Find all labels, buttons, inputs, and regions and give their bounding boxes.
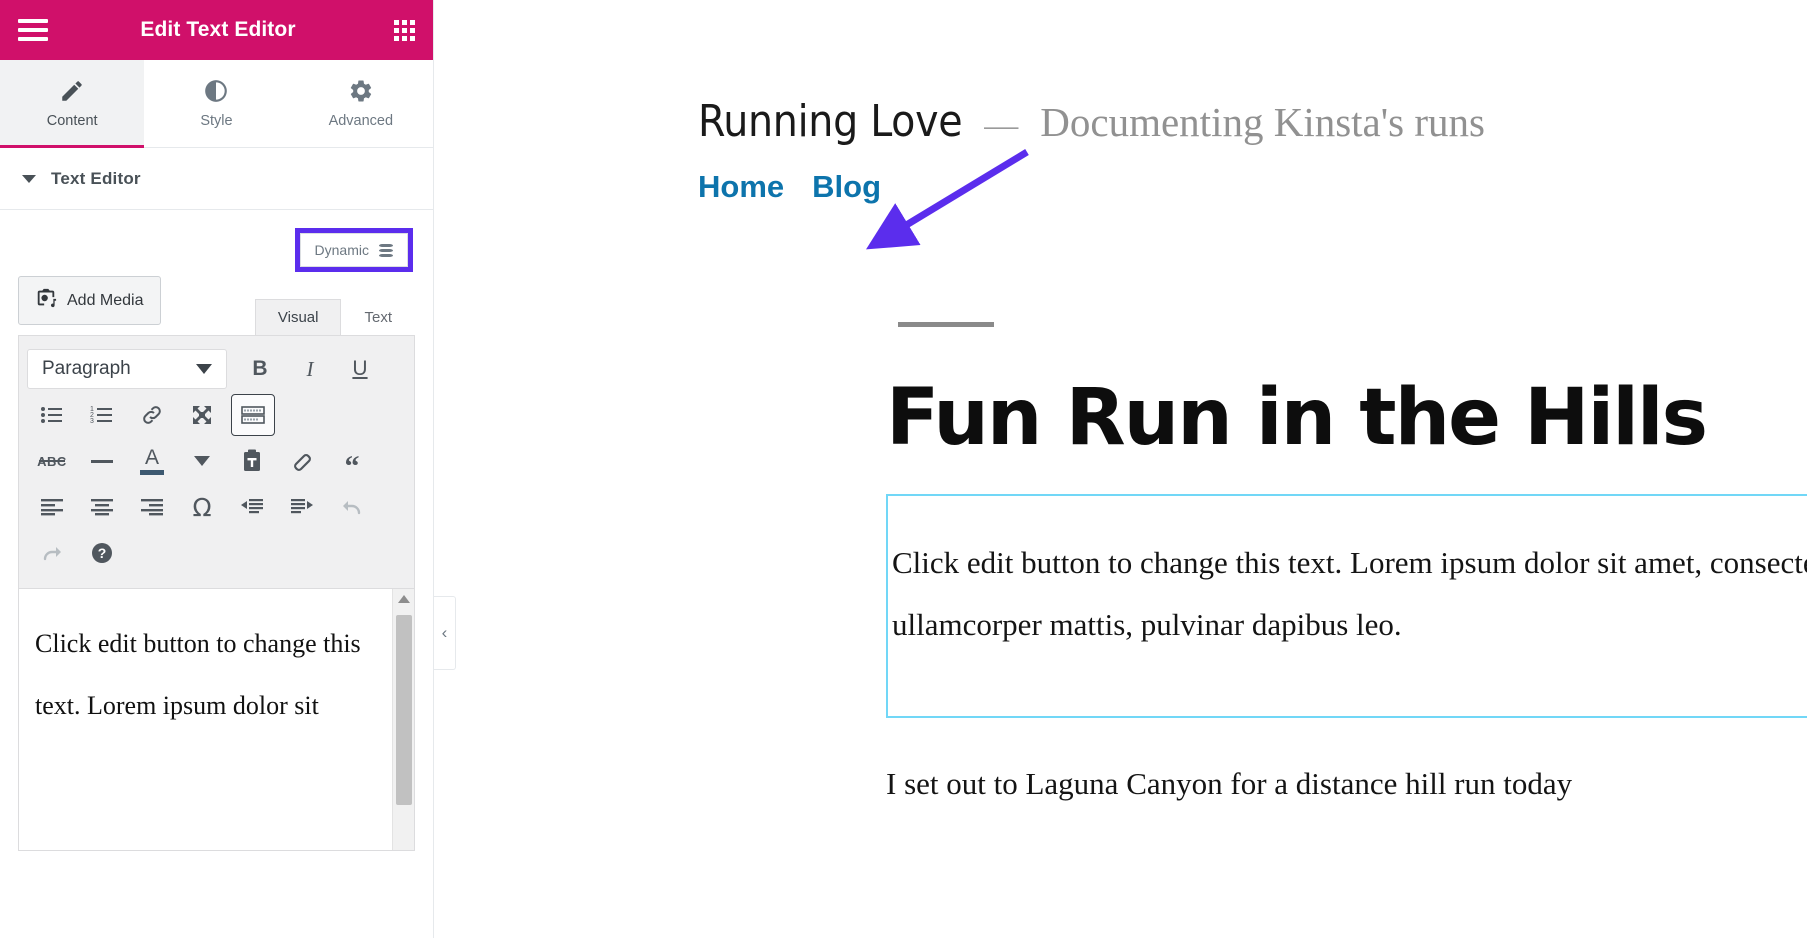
section-title: Text Editor	[51, 169, 141, 189]
toolbar-row-5: ?	[27, 530, 406, 576]
editor-paragraph: Click edit button to change this text. L…	[19, 589, 414, 737]
editor-mode-tabs: Visual Text	[255, 299, 415, 335]
italic-button[interactable]: I	[285, 346, 335, 392]
bulleted-list-button[interactable]	[27, 392, 77, 438]
align-center-button[interactable]	[77, 484, 127, 530]
widget-paragraph-line-1: Click edit button to change this text. L…	[888, 532, 1807, 594]
horizontal-rule-icon	[91, 460, 113, 463]
elementor-editor-screen: Edit Text Editor Content Style	[0, 0, 1807, 938]
editor-content-area[interactable]: Click edit button to change this text. L…	[18, 589, 415, 851]
tab-text[interactable]: Text	[341, 299, 415, 335]
undo-button[interactable]	[327, 484, 377, 530]
chevron-down-icon	[196, 364, 212, 374]
site-header: Running Love — Documenting Kinsta's runs…	[434, 0, 1807, 205]
paste-as-text-button[interactable]	[227, 438, 277, 484]
toolbar-row-1: Paragraph B I U	[27, 346, 406, 392]
format-select[interactable]: Paragraph	[27, 349, 227, 389]
dynamic-row: Dynamic	[0, 210, 433, 272]
redo-button[interactable]	[27, 530, 77, 576]
site-title: Running Love	[698, 96, 962, 147]
text-editor-widget[interactable]: Click edit button to change this text. L…	[886, 494, 1807, 718]
wp-editor: Add Media Visual Text Paragraph B	[0, 276, 433, 851]
contrast-half-circle-icon	[203, 78, 229, 104]
tab-visual[interactable]: Visual	[255, 299, 342, 335]
scrollbar-thumb[interactable]	[396, 615, 412, 805]
site-separator: —	[984, 107, 1018, 145]
add-media-label: Add Media	[67, 292, 144, 310]
text-editor-controls: Dynamic Add Media	[0, 210, 433, 851]
clear-formatting-button[interactable]	[277, 438, 327, 484]
underline-button[interactable]: U	[335, 346, 385, 392]
post-divider	[898, 322, 994, 327]
strikethrough-button[interactable]: ABC	[27, 438, 77, 484]
align-left-button[interactable]	[27, 484, 77, 530]
outdent-button[interactable]	[227, 484, 277, 530]
tab-content[interactable]: Content	[0, 60, 144, 147]
tab-content-label: Content	[47, 113, 98, 129]
caret-down-icon	[22, 175, 36, 183]
toolbar-row-2: 123	[27, 392, 406, 438]
site-preview: ‹ Running Love — Documenting Kinsta's ru…	[434, 0, 1807, 938]
tab-advanced[interactable]: Advanced	[289, 60, 433, 147]
toolbar-row-4: Ω	[27, 484, 406, 530]
toolbar-row-3: ABC A	[27, 438, 406, 484]
editor-scrollbar[interactable]	[392, 589, 414, 850]
nav-link-home[interactable]: Home	[698, 169, 784, 205]
panel-tabs: Content Style Advanced	[0, 60, 433, 148]
page-title: Edit Text Editor	[42, 18, 394, 42]
post-content: Fun Run in the Hills Click edit button t…	[434, 322, 1807, 802]
scroll-up-arrow-icon[interactable]	[398, 595, 410, 603]
text-editor-section-header[interactable]: Text Editor	[0, 148, 433, 210]
dynamic-button[interactable]: Dynamic	[300, 233, 408, 267]
elementor-panel: Edit Text Editor Content Style	[0, 0, 434, 938]
text-color-dropdown-button[interactable]	[177, 438, 227, 484]
align-right-button[interactable]	[127, 484, 177, 530]
post-title: Fun Run in the Hills	[886, 379, 1807, 457]
widget-paragraph-line-2: ullamcorper mattis, pulvinar dapibus leo…	[888, 594, 1807, 656]
format-select-value: Paragraph	[42, 358, 131, 380]
gear-icon	[348, 78, 374, 104]
site-nav: Home Blog	[698, 169, 1807, 205]
insert-link-button[interactable]	[127, 392, 177, 438]
dynamic-button-label: Dynamic	[315, 242, 369, 258]
tab-style[interactable]: Style	[144, 60, 288, 147]
text-color-button[interactable]: A	[127, 438, 177, 484]
post-following-paragraph: I set out to Laguna Canyon for a distanc…	[886, 766, 1807, 802]
dynamic-highlight-box: Dynamic	[295, 228, 413, 272]
nav-link-blog[interactable]: Blog	[812, 169, 881, 205]
text-color-swatch	[140, 470, 164, 475]
editor-toolbar: Paragraph B I U 123	[18, 335, 415, 589]
panel-collapse-handle[interactable]: ‹	[434, 596, 456, 670]
svg-text:3: 3	[90, 418, 94, 425]
tab-advanced-label: Advanced	[329, 113, 394, 129]
blockquote-button[interactable]: “	[327, 438, 377, 484]
pencil-icon	[59, 78, 85, 104]
site-description: Documenting Kinsta's runs	[1040, 98, 1485, 146]
indent-button[interactable]	[277, 484, 327, 530]
bold-button[interactable]: B	[235, 346, 285, 392]
tab-style-label: Style	[200, 113, 232, 129]
horizontal-rule-button[interactable]	[77, 438, 127, 484]
site-identity: Running Love — Documenting Kinsta's runs	[698, 96, 1807, 147]
toolbar-toggle-button[interactable]	[231, 394, 275, 436]
editor-top-row: Add Media Visual Text	[18, 276, 415, 335]
strikethrough-line	[39, 460, 65, 462]
database-stack-icon	[379, 244, 393, 257]
panel-header: Edit Text Editor	[0, 0, 433, 60]
svg-text:?: ?	[98, 545, 107, 561]
fullscreen-button[interactable]	[177, 392, 227, 438]
add-media-button[interactable]: Add Media	[18, 276, 161, 325]
media-camera-note-icon	[35, 287, 57, 314]
special-character-button[interactable]: Ω	[177, 484, 227, 530]
keyboard-shortcuts-help-button[interactable]: ?	[77, 530, 127, 576]
grid-apps-icon[interactable]	[394, 20, 415, 41]
chevron-down-icon	[194, 456, 210, 466]
numbered-list-button[interactable]: 123	[77, 392, 127, 438]
